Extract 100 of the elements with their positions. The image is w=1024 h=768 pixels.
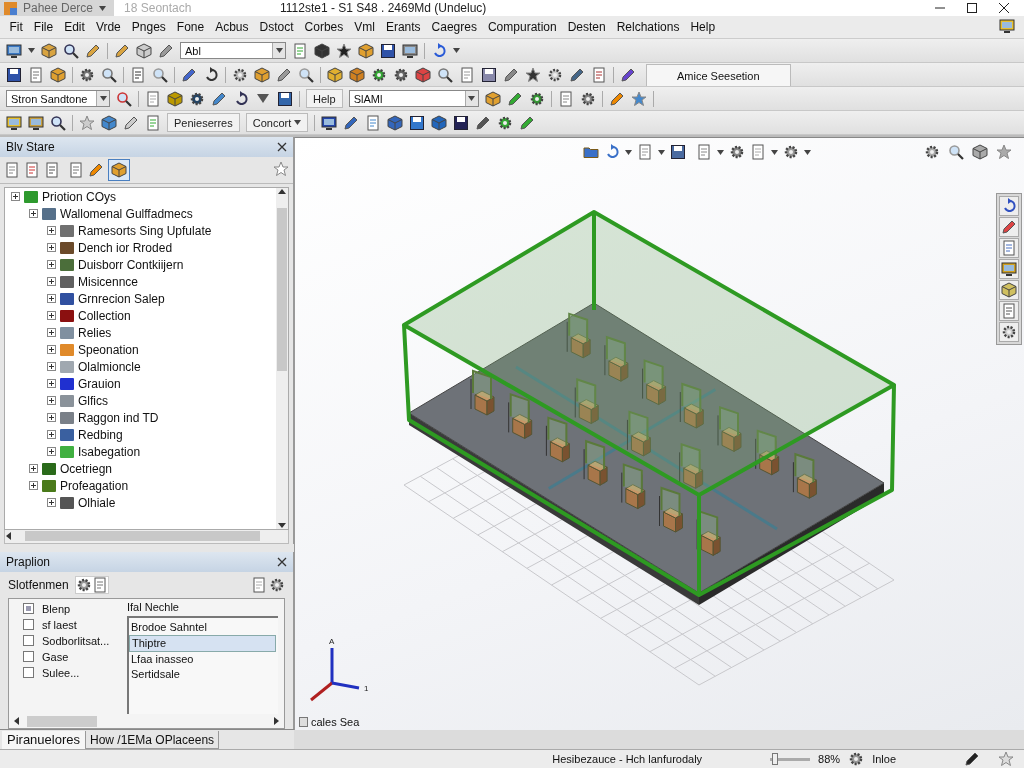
document-icon[interactable] [145,90,161,107]
font-combo[interactable]: Stron Sandtone [6,90,110,107]
checkbox-icon[interactable] [299,717,308,727]
caret-icon[interactable] [625,149,632,155]
menu-item[interactable]: File [28,20,59,34]
document-icon[interactable] [44,162,60,178]
expand-icon[interactable] [47,243,56,252]
pencil-icon[interactable] [475,114,492,131]
cube-icon[interactable] [972,144,988,160]
caret-icon[interactable] [468,96,476,101]
close-icon[interactable] [277,556,287,567]
pencil-icon[interactable] [999,217,1019,237]
caret-icon[interactable] [28,48,35,53]
scroll-arrow-icon[interactable] [278,188,286,196]
checkbox[interactable] [23,667,34,679]
style-combo[interactable]: Abl [180,42,286,59]
menu-item[interactable]: Help [684,20,721,34]
menu-item[interactable]: Pnges [126,20,172,34]
caret-icon[interactable] [294,120,302,125]
menu-item[interactable]: Relchations [611,20,685,34]
cube-icon[interactable] [136,42,152,59]
document-icon[interactable] [145,114,161,131]
star-icon[interactable] [998,751,1014,767]
menu-item[interactable]: Vrde [90,20,127,34]
cube-icon[interactable] [50,66,66,83]
tab[interactable]: Amice Seesetion [646,64,791,86]
tab[interactable]: How /1EMa OPlaceens [85,731,220,749]
pencil-icon[interactable] [343,114,360,131]
monitor-icon[interactable] [6,114,22,131]
document-icon[interactable] [591,66,607,83]
gear-icon[interactable] [75,576,92,593]
cube-icon[interactable] [431,114,448,131]
caret-icon[interactable] [804,149,811,155]
star-icon[interactable] [336,42,352,59]
search-icon[interactable] [948,144,964,160]
pencil-icon[interactable] [276,66,292,83]
list-item[interactable]: Sertidsale [129,666,278,682]
menu-item[interactable]: Caegres [426,20,483,34]
gear-icon[interactable] [269,576,285,593]
tree-item[interactable]: Ramesorts Sing Upfulate [78,223,212,238]
document-icon[interactable] [365,114,382,131]
cube-icon[interactable] [999,280,1019,300]
monitor-icon[interactable] [402,42,418,59]
search-icon[interactable] [101,66,117,83]
menu-item[interactable]: Edit [58,20,91,34]
expand-icon[interactable] [47,430,56,439]
expand-icon[interactable] [47,396,56,405]
cube-icon[interactable] [101,114,117,131]
expand-icon[interactable] [47,379,56,388]
expand-icon[interactable] [47,311,56,320]
expand-icon[interactable] [47,362,56,371]
rotate-icon[interactable] [604,144,620,160]
pencil-icon[interactable] [211,90,227,107]
gear-icon[interactable] [547,66,563,83]
gear-icon[interactable] [393,66,409,83]
star-icon[interactable] [630,90,647,107]
gear-icon[interactable] [924,144,940,160]
pencil-icon[interactable] [608,90,625,107]
pencil-icon[interactable] [181,66,197,83]
expand-icon[interactable] [29,481,38,490]
expand-icon[interactable] [47,345,56,354]
pencil-icon[interactable] [88,162,104,178]
menu-item[interactable]: Corbes [299,20,349,34]
gear-icon[interactable] [371,66,387,83]
scroll-arrow-icon[interactable] [13,717,21,725]
tree-item[interactable]: Glfics [78,393,108,408]
gear-icon[interactable] [729,144,745,160]
document-icon[interactable] [292,42,308,59]
help-button[interactable]: Help [306,89,343,108]
tree-item[interactable]: Duisborr Contkiijern [78,257,184,272]
document-icon[interactable] [68,162,84,178]
pencil-icon[interactable] [964,751,980,767]
checkbox[interactable] [23,603,34,615]
expand-icon[interactable] [47,413,56,422]
pencil-icon[interactable] [506,90,523,107]
tree-item[interactable]: Grnrecion Salep [78,291,165,306]
star-icon[interactable] [525,66,541,83]
folder-icon[interactable] [583,144,599,160]
cube-icon[interactable] [387,114,404,131]
search-icon[interactable] [63,42,79,59]
rotate-icon[interactable] [203,66,219,83]
tree-item[interactable]: Olhiale [78,495,116,510]
pencil-icon[interactable] [114,42,130,59]
document-icon[interactable] [4,162,20,178]
caret-icon[interactable] [453,48,460,53]
scroll-arrow-icon[interactable] [272,717,280,725]
pencil-icon[interactable] [620,66,636,83]
document-icon[interactable] [24,162,40,178]
gear-icon[interactable] [79,66,95,83]
menu-item[interactable]: Erants [380,20,427,34]
monitor-icon[interactable] [321,114,338,131]
list-item[interactable]: Thiptre [129,634,276,652]
search-icon[interactable] [116,90,132,107]
expand-icon[interactable] [47,260,56,269]
value-combo[interactable]: SlAMl [348,90,479,107]
gear-icon[interactable] [848,751,865,767]
expand-icon[interactable] [11,192,20,201]
star-icon[interactable] [79,114,95,131]
cube-icon[interactable] [415,66,431,83]
caret-icon[interactable] [658,149,665,155]
